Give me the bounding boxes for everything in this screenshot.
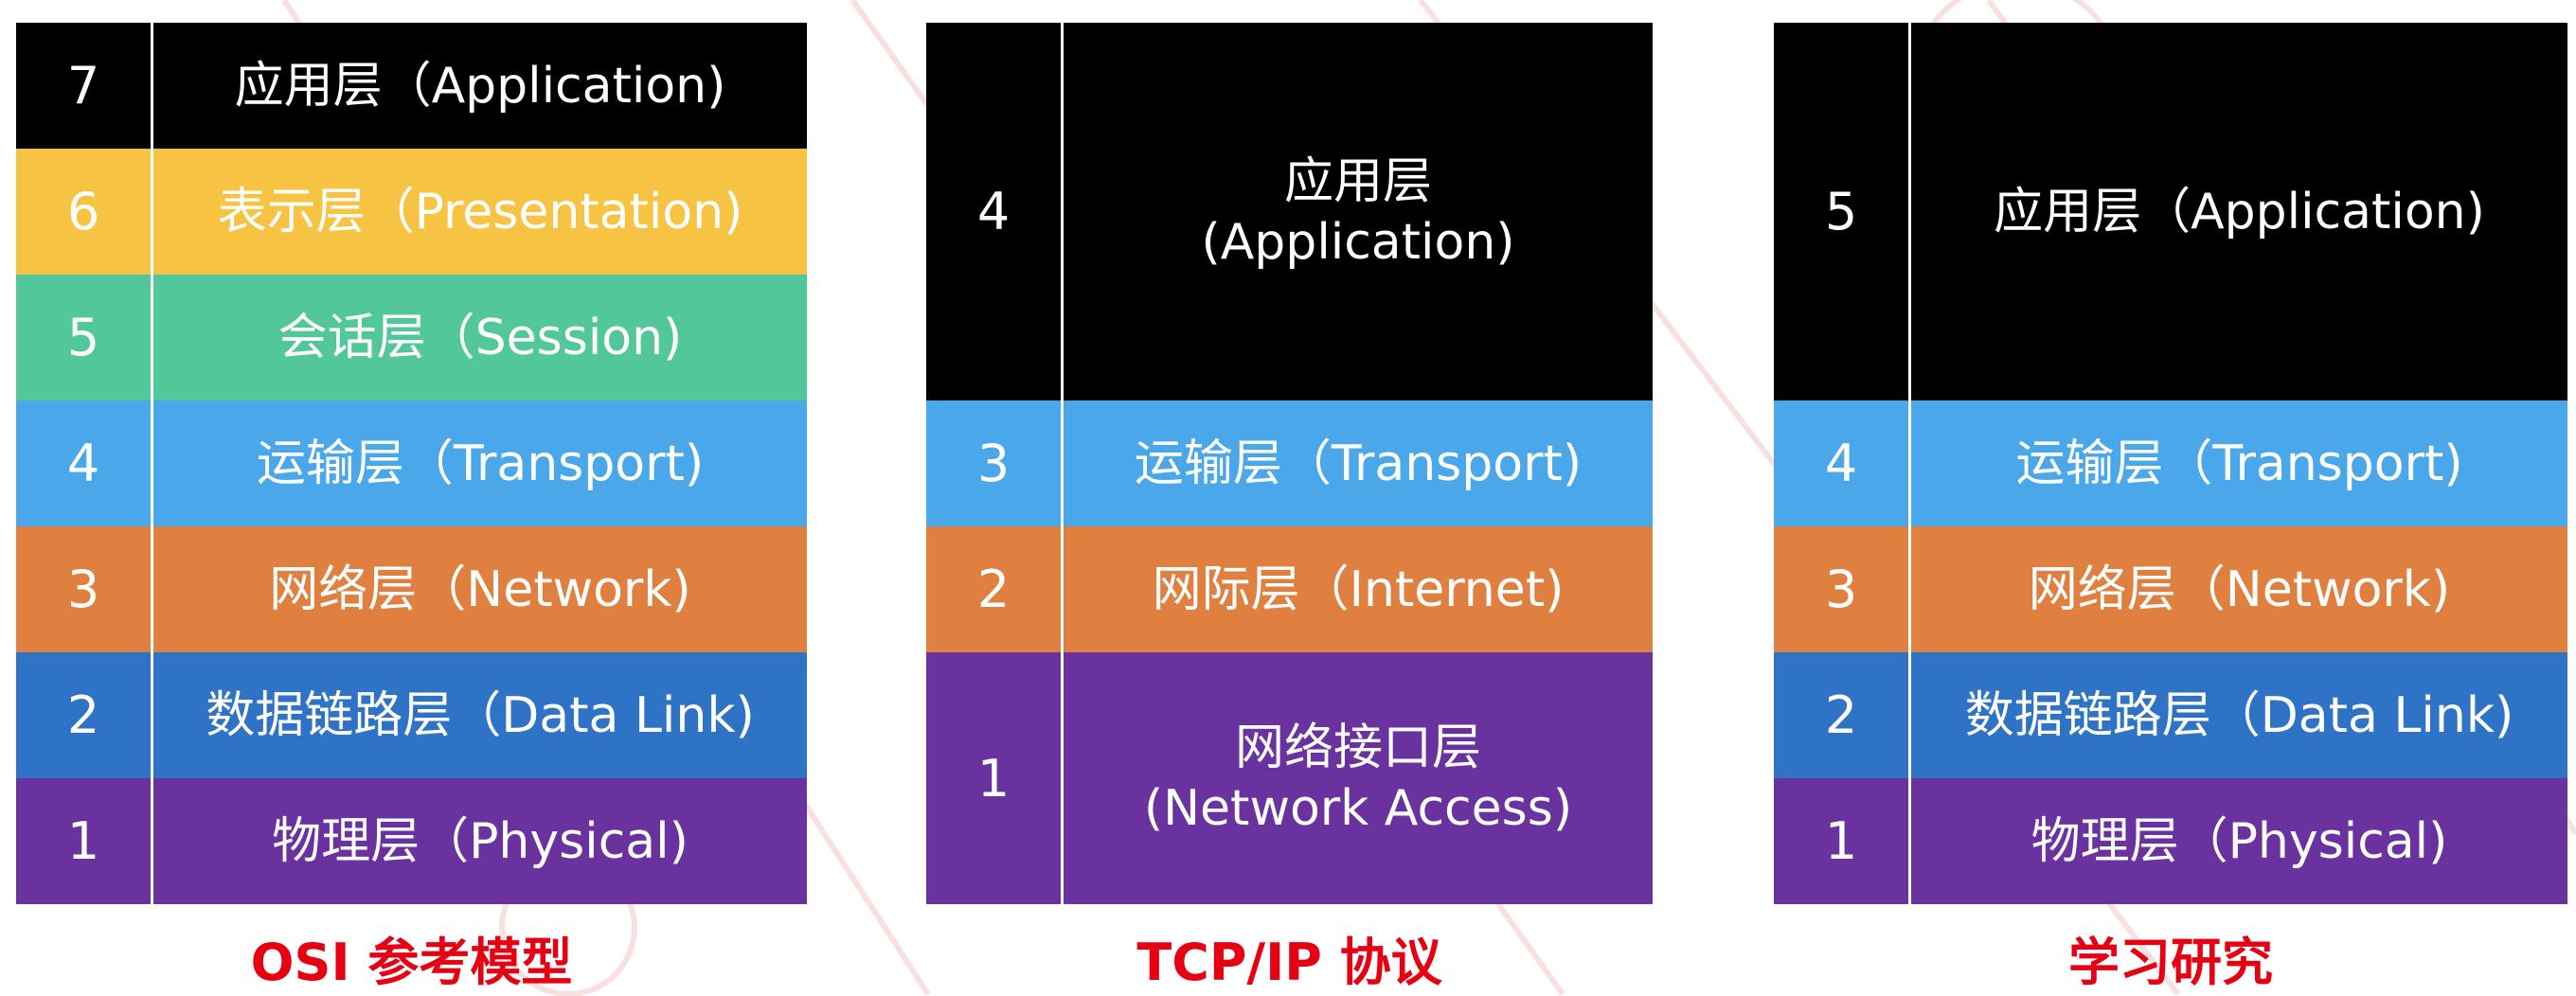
layer-number: 2 bbox=[926, 526, 1064, 652]
layer-number: 4 bbox=[926, 23, 1064, 400]
layer-number: 3 bbox=[926, 400, 1064, 526]
layer-label: 应用层（Application) bbox=[1994, 183, 2485, 240]
layer-number: 5 bbox=[16, 275, 153, 400]
tcpip-caption: TCP/IP 协议 bbox=[1136, 933, 1442, 992]
study-layer-1: 1 物理层（Physical) bbox=[1774, 778, 2567, 904]
layer-label: 应用层（Application) bbox=[234, 57, 726, 115]
layer-label: 运输层（Transport) bbox=[1134, 435, 1583, 492]
study-model-stack: 5 应用层（Application) 4 运输层（Transport) 3 网络… bbox=[1774, 23, 2567, 904]
layer-number: 4 bbox=[16, 400, 153, 526]
layer-number: 3 bbox=[1774, 526, 1911, 652]
layer-number: 5 bbox=[1774, 23, 1911, 400]
layer-number: 1 bbox=[926, 652, 1064, 904]
layer-label: 数据链路层（Data Link) bbox=[206, 686, 755, 744]
osi-layer-5: 5 会话层（Session) bbox=[16, 275, 807, 400]
study-layer-3: 3 网络层（Network) bbox=[1774, 526, 2567, 652]
layer-label: 物理层（Physical) bbox=[2030, 812, 2448, 870]
osi-layer-6: 6 表示层（Presentation) bbox=[16, 149, 807, 275]
layer-number: 7 bbox=[16, 23, 153, 149]
layer-label: 表示层（Presentation) bbox=[217, 183, 743, 240]
osi-model-stack: 7 应用层（Application) 6 表示层（Presentation) 5… bbox=[16, 23, 807, 904]
tcpip-layer-3: 3 运输层（Transport) bbox=[926, 400, 1653, 526]
layer-label: 网络层（Network) bbox=[2028, 560, 2451, 618]
osi-layer-7: 7 应用层（Application) bbox=[16, 23, 807, 149]
study-layer-2: 2 数据链路层（Data Link) bbox=[1774, 652, 2567, 778]
layer-number: 1 bbox=[1774, 778, 1911, 904]
layer-label: 物理层（Physical) bbox=[272, 812, 689, 870]
study-caption: 学习研究 bbox=[2068, 933, 2273, 992]
layer-label: 网络接口层 (Network Access) bbox=[1143, 720, 1573, 837]
study-layer-4: 4 运输层（Transport) bbox=[1774, 400, 2567, 526]
layer-number: 4 bbox=[1774, 400, 1911, 526]
layer-label: 数据链路层（Data Link) bbox=[1964, 686, 2514, 744]
layer-number: 2 bbox=[1774, 652, 1911, 778]
layer-label: 会话层（Session) bbox=[277, 309, 683, 366]
osi-caption: OSI 参考模型 bbox=[250, 933, 573, 992]
tcpip-layer-1: 1 网络接口层 (Network Access) bbox=[926, 652, 1653, 904]
tcpip-layer-2: 2 网际层（Internet) bbox=[926, 526, 1653, 652]
osi-layer-1: 1 物理层（Physical) bbox=[16, 778, 807, 904]
layer-label: 应用层 (Application) bbox=[1201, 152, 1515, 271]
layer-label: 网际层（Internet) bbox=[1152, 560, 1565, 618]
study-layer-5: 5 应用层（Application) bbox=[1774, 23, 2567, 400]
tcpip-layer-4: 4 应用层 (Application) bbox=[926, 23, 1653, 400]
osi-layer-3: 3 网络层（Network) bbox=[16, 526, 807, 652]
layer-number: 3 bbox=[16, 526, 153, 652]
layer-label: 运输层（Transport) bbox=[256, 435, 705, 492]
osi-layer-4: 4 运输层（Transport) bbox=[16, 400, 807, 526]
layer-number: 6 bbox=[16, 149, 153, 275]
layer-number: 2 bbox=[16, 652, 153, 778]
layer-number: 1 bbox=[16, 778, 153, 904]
osi-layer-2: 2 数据链路层（Data Link) bbox=[16, 652, 807, 778]
tcpip-model-stack: 4 应用层 (Application) 3 运输层（Transport) 2 网… bbox=[926, 23, 1653, 904]
layer-label: 网络层（Network) bbox=[269, 560, 691, 618]
layer-label: 运输层（Transport) bbox=[2015, 435, 2463, 492]
